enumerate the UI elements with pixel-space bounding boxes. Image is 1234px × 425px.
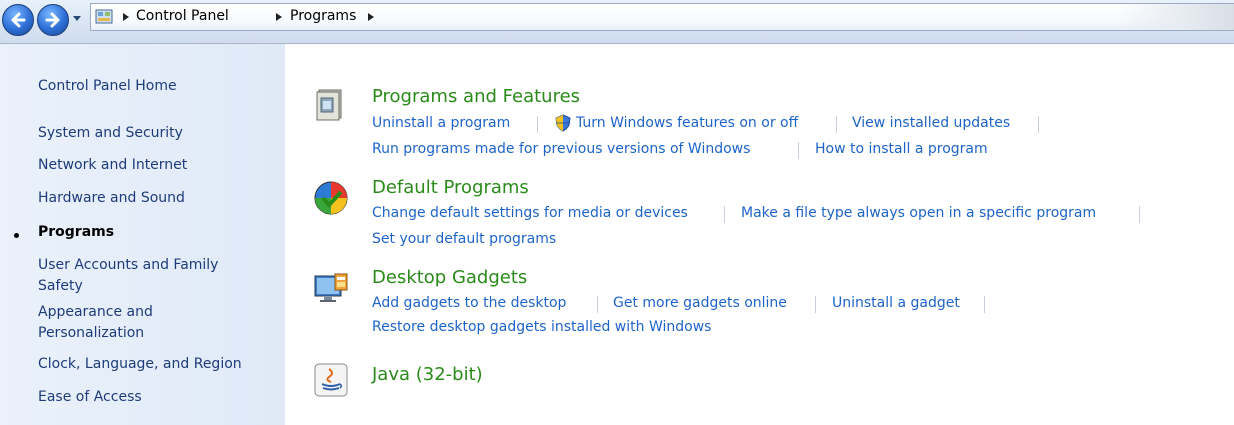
- task-file-type-open[interactable]: Make a file type always open in a specif…: [741, 205, 1096, 221]
- task-separator: [597, 296, 598, 313]
- task-turn-windows-features[interactable]: Turn Windows features on or off: [576, 115, 798, 131]
- address-bar[interactable]: Control Panel Programs: [90, 3, 1234, 31]
- sidebar-item-appearance[interactable]: Appearance and Personalization: [38, 302, 208, 344]
- sidebar-item-hardware-and-sound[interactable]: Hardware and Sound: [38, 188, 278, 209]
- task-separator: [798, 142, 799, 159]
- category-title-desktop-gadgets[interactable]: Desktop Gadgets: [372, 267, 527, 288]
- sidebar-item-system-and-security[interactable]: System and Security: [38, 123, 278, 144]
- breadcrumb-arrow-icon[interactable]: [275, 12, 283, 22]
- control-panel-icon: [95, 9, 113, 24]
- history-dropdown-icon[interactable]: [72, 13, 82, 23]
- forward-arrow-icon: [45, 12, 60, 28]
- task-how-to-install[interactable]: How to install a program: [815, 141, 988, 157]
- task-separator: [724, 206, 725, 223]
- java-icon[interactable]: [313, 362, 349, 398]
- programs-features-icon[interactable]: [313, 86, 349, 122]
- task-run-old-programs[interactable]: Run programs made for previous versions …: [372, 141, 750, 157]
- task-view-installed-updates[interactable]: View installed updates: [852, 115, 1010, 131]
- back-button[interactable]: [2, 4, 34, 36]
- task-add-gadgets[interactable]: Add gadgets to the desktop: [372, 295, 566, 311]
- desktop-gadgets-icon[interactable]: [313, 270, 349, 306]
- forward-button[interactable]: [37, 4, 69, 36]
- breadcrumb-control-panel[interactable]: Control Panel: [136, 8, 229, 24]
- task-separator: [1139, 206, 1140, 223]
- task-separator: [815, 296, 816, 313]
- category-title-default-programs[interactable]: Default Programs: [372, 177, 529, 198]
- back-arrow-icon: [11, 12, 26, 28]
- uac-shield-icon: [555, 114, 571, 132]
- breadcrumb-arrow-icon[interactable]: [367, 12, 375, 22]
- task-uninstall-gadget[interactable]: Uninstall a gadget: [832, 295, 960, 311]
- task-separator: [537, 116, 538, 133]
- task-get-more-gadgets[interactable]: Get more gadgets online: [613, 295, 787, 311]
- sidebar-item-network-and-internet[interactable]: Network and Internet: [38, 155, 278, 176]
- sidebar: Control Panel Home System and Security N…: [0, 44, 285, 425]
- default-programs-icon[interactable]: [313, 180, 349, 216]
- navigation-bar: Control Panel Programs: [0, 0, 1234, 44]
- task-set-default-programs[interactable]: Set your default programs: [372, 231, 556, 247]
- task-uninstall-program[interactable]: Uninstall a program: [372, 115, 510, 131]
- task-separator: [984, 296, 985, 313]
- sidebar-item-programs: Programs: [38, 224, 115, 240]
- category-title-java[interactable]: Java (32-bit): [372, 364, 483, 385]
- sidebar-item-control-panel-home[interactable]: Control Panel Home: [38, 76, 278, 97]
- task-separator: [836, 116, 837, 133]
- category-title-programs-and-features[interactable]: Programs and Features: [372, 86, 580, 107]
- sidebar-item-user-accounts[interactable]: User Accounts and Family Safety: [38, 255, 248, 297]
- task-separator: [1038, 116, 1039, 133]
- task-restore-gadgets[interactable]: Restore desktop gadgets installed with W…: [372, 319, 711, 335]
- sidebar-item-clock-language-region[interactable]: Clock, Language, and Region: [38, 354, 278, 375]
- breadcrumb-arrow-icon[interactable]: [122, 12, 130, 22]
- sidebar-item-ease-of-access[interactable]: Ease of Access: [38, 387, 278, 408]
- breadcrumb-programs[interactable]: Programs: [290, 8, 356, 24]
- task-change-default-settings[interactable]: Change default settings for media or dev…: [372, 205, 688, 221]
- current-item-bullet: [14, 233, 19, 238]
